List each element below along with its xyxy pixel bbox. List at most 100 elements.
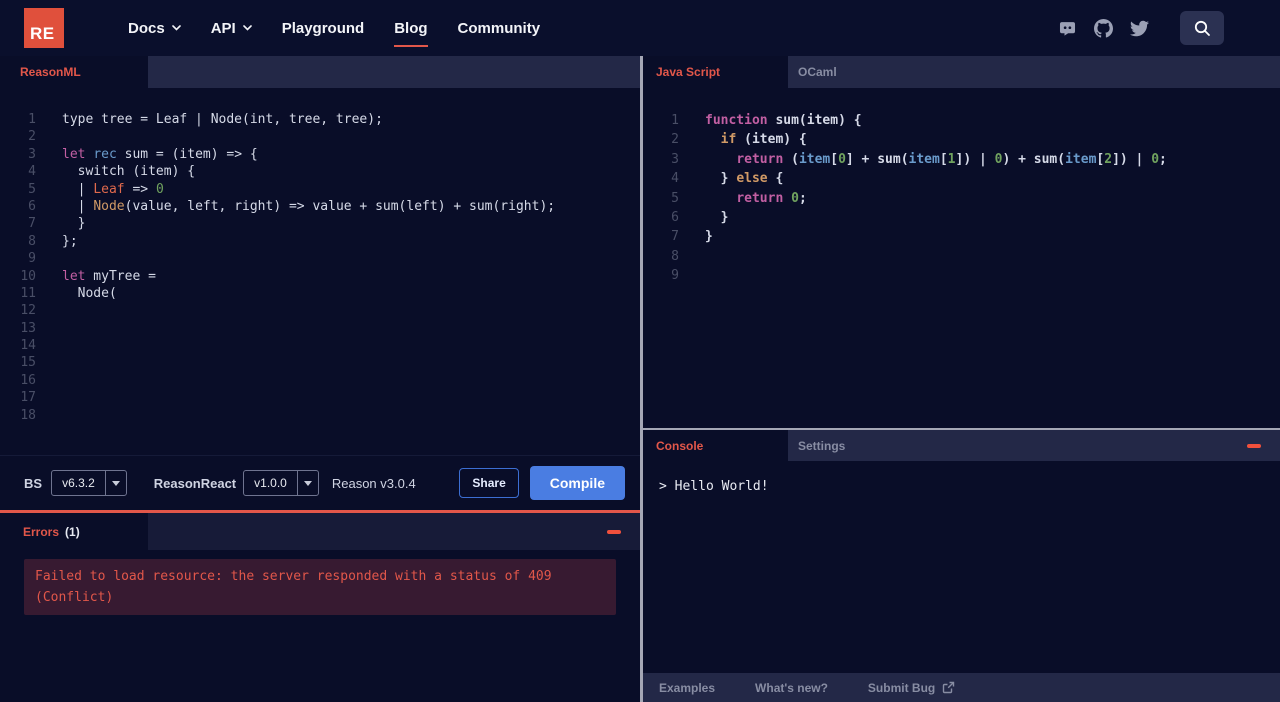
line-number: 3: [671, 151, 679, 167]
code-line[interactable]: 11 Node(: [0, 285, 640, 302]
reasonreact-version-select[interactable]: v1.0.0: [243, 470, 319, 496]
line-number: 6: [671, 209, 679, 225]
code-line[interactable]: 5 | Leaf => 0: [0, 181, 640, 198]
code-text: if (item) {: [720, 132, 807, 148]
code-text: switch (item) {: [62, 164, 196, 180]
tab-console[interactable]: Console: [643, 430, 788, 461]
nav-item-api[interactable]: API: [211, 20, 252, 37]
tab-errors[interactable]: Errors (1): [0, 513, 148, 550]
code-text: return 0;: [736, 190, 807, 206]
nav-item-label: API: [210, 19, 236, 37]
examples-link[interactable]: Examples: [659, 681, 715, 695]
line-number: 14: [20, 338, 36, 354]
compile-button[interactable]: Compile: [529, 466, 625, 500]
error-message-line: Failed to load resource: the server resp…: [35, 569, 552, 584]
nav-item-blog[interactable]: Blog: [394, 20, 428, 47]
line-number: 13: [20, 320, 36, 336]
code-text: function sum(item) {: [705, 113, 862, 128]
twitter-icon[interactable]: [1130, 19, 1149, 38]
errors-title: Errors: [23, 524, 60, 539]
code-line[interactable]: 2 if (item) {: [643, 130, 1280, 149]
bs-version-select[interactable]: v6.3.2: [51, 470, 127, 496]
line-number: 1: [28, 112, 36, 127]
select-arrow[interactable]: [296, 471, 318, 495]
code-line[interactable]: 17: [0, 389, 640, 406]
code-line[interactable]: 8};: [0, 233, 640, 250]
code-line[interactable]: 16: [0, 372, 640, 389]
reasonreact-label: ReasonReact: [153, 475, 237, 491]
code-text: }: [62, 216, 86, 232]
tab-reasonml[interactable]: ReasonML: [0, 56, 148, 88]
code-line[interactable]: 3 return (item[0] + sum(item[1]) | 0) + …: [643, 150, 1280, 169]
console-header: Console Settings: [643, 430, 1280, 461]
code-line[interactable]: 6 }: [643, 208, 1280, 227]
line-number: 9: [28, 251, 36, 267]
collapse-console-icon[interactable]: [1247, 443, 1261, 448]
select-arrow[interactable]: [104, 471, 126, 495]
tab-javascript[interactable]: Java Script: [643, 56, 788, 88]
code-line[interactable]: 2: [0, 128, 640, 145]
code-line[interactable]: 8: [643, 247, 1280, 266]
code-line[interactable]: 5 return 0;: [643, 189, 1280, 208]
code-line[interactable]: 6 | Node(value, left, right) => value + …: [0, 198, 640, 215]
nav-item-community[interactable]: Community: [458, 20, 541, 37]
reason-logo[interactable]: RE: [24, 8, 64, 48]
code-line[interactable]: 15: [0, 354, 640, 371]
code-line[interactable]: 14: [0, 337, 640, 354]
nav-item-docs[interactable]: Docs: [128, 20, 181, 37]
line-number: 8: [28, 233, 36, 249]
error-message-line: (Conflict): [35, 590, 114, 605]
line-number: 4: [28, 164, 36, 180]
code-line[interactable]: 7}: [643, 227, 1280, 246]
code-text: Node(: [62, 285, 117, 301]
code-text: | Leaf => 0: [62, 181, 164, 197]
share-button[interactable]: Share: [459, 468, 519, 498]
caret-down-icon: [303, 480, 312, 486]
code-line[interactable]: 12: [0, 302, 640, 319]
javascript-output-editor[interactable]: 1 function sum(item) {2 if (item) {3 retu…: [643, 88, 1280, 428]
code-text: return (item[0] + sum(item[1]) | 0) + su…: [736, 151, 1167, 167]
code-line[interactable]: 3 let rec sum = (item) => {: [0, 146, 640, 163]
code-text: };: [62, 233, 78, 249]
whats-new-link[interactable]: What's new?: [755, 681, 828, 695]
code-line[interactable]: 1 function sum(item) {: [643, 111, 1280, 130]
code-line[interactable]: 7 }: [0, 215, 640, 232]
errors-count-badge: (1): [65, 524, 80, 539]
code-line[interactable]: 4 switch (item) {: [0, 163, 640, 180]
code-line[interactable]: 9: [643, 266, 1280, 285]
line-number: 7: [28, 216, 36, 232]
line-number: 16: [20, 372, 36, 388]
reason-version-text: Reason v3.0.4: [331, 475, 416, 491]
code-text: }: [705, 209, 729, 225]
collapse-errors-icon[interactable]: [607, 529, 621, 534]
reason-code-editor[interactable]: 1 type tree = Leaf | Node(int, tree, tree…: [0, 88, 640, 455]
code-line[interactable]: 1 type tree = Leaf | Node(int, tree, tree…: [0, 111, 640, 128]
code-line[interactable]: 18: [0, 407, 640, 424]
submit-bug-link[interactable]: Submit Bug: [868, 681, 955, 695]
chevron-down-icon: [171, 25, 181, 31]
code-line[interactable]: 13: [0, 320, 640, 337]
search-button[interactable]: [1180, 11, 1224, 45]
line-number: 7: [671, 229, 679, 245]
reasonreact-version-value: v1.0.0: [254, 476, 287, 490]
bs-label: BS: [24, 475, 43, 491]
line-number: 3: [28, 146, 36, 162]
code-line[interactable]: 4 } else {: [643, 169, 1280, 188]
discord-icon[interactable]: [1058, 19, 1077, 38]
code-text: | Node(value, left, right) => value + su…: [62, 198, 556, 214]
line-number: 18: [20, 407, 36, 423]
github-icon[interactable]: [1094, 18, 1113, 38]
line-number: 5: [671, 190, 679, 206]
navbar-right: [1058, 11, 1224, 45]
code-line[interactable]: 9: [0, 250, 640, 267]
code-line[interactable]: 10 let myTree =: [0, 268, 640, 285]
search-icon: [1194, 20, 1210, 36]
tab-ocaml[interactable]: OCaml: [788, 56, 837, 88]
console-output: > Hello World!: [643, 461, 1280, 673]
tab-settings[interactable]: Settings: [788, 430, 845, 461]
nav-item-playground[interactable]: Playground: [282, 20, 365, 37]
console-log-line: > Hello World!: [659, 479, 769, 494]
